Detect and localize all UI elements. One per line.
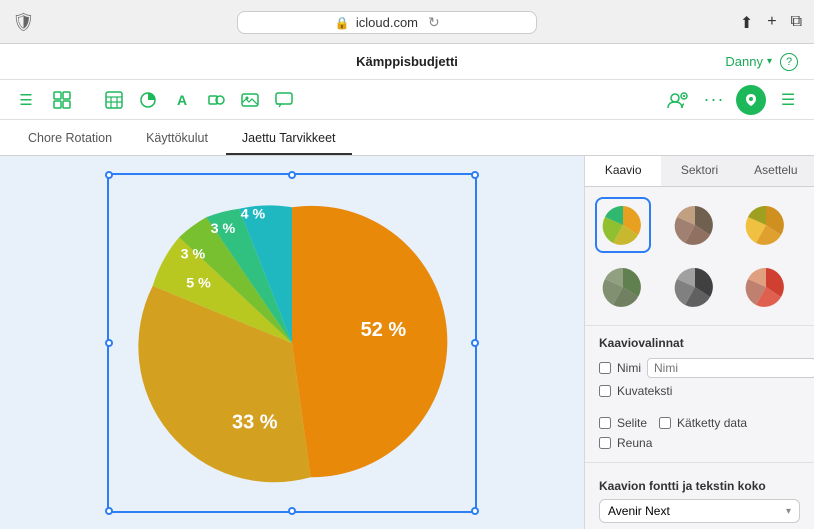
toolbar-center: A <box>100 86 298 114</box>
nimi-label: Nimi <box>617 361 641 375</box>
chart-selection-box[interactable]: 52 % 33 % 5 % 3 % 3 % 4 % <box>107 173 477 513</box>
app-title: Kämppisbudjetti <box>356 54 458 69</box>
reload-icon[interactable]: ↻ <box>428 14 440 31</box>
font-name-text: Avenir Next <box>608 504 670 518</box>
two-col-checkboxes: Selite Kätketty data <box>599 416 800 436</box>
format-panel-icon[interactable]: ☰ <box>774 86 802 114</box>
handle-bottom-right[interactable] <box>471 507 479 515</box>
chart-style-1[interactable] <box>595 197 651 253</box>
reuna-row: Reuna <box>599 436 800 450</box>
share-icon[interactable]: ⬆ <box>740 13 753 33</box>
kuvateksti-checkbox[interactable] <box>599 385 611 397</box>
tabs-bar: Chore Rotation Käyttökulut Jaettu Tarvik… <box>0 120 814 156</box>
second-checkboxes-section: Selite Kätketty data Reuna <box>585 410 814 462</box>
chart-style-3[interactable] <box>738 197 794 253</box>
slice-52 <box>292 205 447 476</box>
reuna-checkbox[interactable] <box>599 437 611 449</box>
new-tab-icon[interactable]: + <box>767 13 776 33</box>
insert-text-icon[interactable]: A <box>168 86 196 114</box>
handle-top-right[interactable] <box>471 171 479 179</box>
chart-style-grid <box>585 187 814 325</box>
insert-chart-icon[interactable] <box>134 86 162 114</box>
chevron-down-icon: ▾ <box>786 506 791 517</box>
chart-options-section: Kaaviovalinnat Nimi Kuvateksti <box>585 325 814 410</box>
chart-style-5[interactable] <box>667 259 723 315</box>
nimi-checkbox[interactable] <box>599 362 611 374</box>
tab-kayttokulut[interactable]: Käyttökulut <box>130 125 224 155</box>
nimi-row: Nimi <box>599 358 800 378</box>
insert-media-icon[interactable] <box>236 86 264 114</box>
handle-bottom-center[interactable] <box>288 507 296 515</box>
label-3a: 3 % <box>181 246 206 262</box>
font-name-dropdown[interactable]: Avenir Next ▾ <box>599 499 800 523</box>
katketty-data-row: Kätketty data <box>659 416 747 430</box>
pie-chart: 52 % 33 % 5 % 3 % 3 % 4 % <box>132 193 452 493</box>
selite-row: Selite <box>599 416 647 430</box>
label-4: 4 % <box>241 206 266 222</box>
panel-tabs: Kaavio Sektori Asettelu <box>585 156 814 187</box>
help-icon[interactable]: ? <box>780 53 798 71</box>
collab-icon[interactable] <box>664 86 692 114</box>
label-52: 52 % <box>361 318 407 340</box>
font-section: Kaavion fontti ja tekstin koko Avenir Ne… <box>585 462 814 529</box>
katketty-data-checkbox[interactable] <box>659 417 671 429</box>
view-list-icon[interactable]: ☰ <box>12 86 40 114</box>
tab-chore-rotation[interactable]: Chore Rotation <box>12 125 128 155</box>
user-menu[interactable]: Danny ▾ ? <box>725 53 798 71</box>
label-3b: 3 % <box>211 221 236 237</box>
handle-top-left[interactable] <box>105 171 113 179</box>
active-tool-icon[interactable] <box>736 85 766 115</box>
chevron-down-icon: ▾ <box>767 56 772 67</box>
katketty-data-label: Kätketty data <box>677 416 747 430</box>
toolbar: ☰ A <box>0 80 814 120</box>
panel-tab-asettelu[interactable]: Asettelu <box>738 156 814 186</box>
label-33: 33 % <box>232 411 278 433</box>
address-text: icloud.com <box>356 15 418 30</box>
chart-style-4[interactable] <box>595 259 651 315</box>
nimi-input[interactable] <box>647 358 814 378</box>
chart-style-6[interactable] <box>738 259 794 315</box>
view-table-icon[interactable] <box>48 86 76 114</box>
selite-checkbox[interactable] <box>599 417 611 429</box>
chart-area: 52 % 33 % 5 % 3 % 3 % 4 % <box>0 156 584 529</box>
browser-chrome: 🛡 🔒 icloud.com ↻ ⬆ + ⧉ <box>0 0 814 44</box>
user-name: Danny <box>725 54 763 69</box>
label-5: 5 % <box>186 275 211 291</box>
panel-tab-kaavio[interactable]: Kaavio <box>585 156 661 186</box>
more-icon[interactable]: ··· <box>700 86 728 114</box>
handle-middle-left[interactable] <box>105 339 113 347</box>
insert-table-icon[interactable] <box>100 86 128 114</box>
toolbar-right: ··· ☰ <box>664 85 802 115</box>
reuna-label: Reuna <box>617 436 652 450</box>
chart-style-2[interactable] <box>667 197 723 253</box>
kuvateksti-row: Kuvateksti <box>599 384 800 398</box>
windows-icon[interactable]: ⧉ <box>791 13 802 33</box>
handle-bottom-left[interactable] <box>105 507 113 515</box>
main-content: 52 % 33 % 5 % 3 % 3 % 4 % Kaavio Sektori… <box>0 156 814 529</box>
tab-jaettu-tarvikkeet[interactable]: Jaettu Tarvikkeet <box>226 125 352 155</box>
kuvateksti-label: Kuvateksti <box>617 384 672 398</box>
font-section-title: Kaavion fontti ja tekstin koko <box>585 471 814 493</box>
options-title: Kaaviovalinnat <box>599 336 800 350</box>
insert-comment-icon[interactable] <box>270 86 298 114</box>
browser-actions: ⬆ + ⧉ <box>740 13 802 33</box>
handle-top-center[interactable] <box>288 171 296 179</box>
handle-middle-right[interactable] <box>471 339 479 347</box>
toolbar-left: ☰ <box>12 86 76 114</box>
right-panel: Kaavio Sektori Asettelu <box>584 156 814 529</box>
selite-label: Selite <box>617 416 647 430</box>
app-titlebar: Kämppisbudjetti Danny ▾ ? <box>0 44 814 80</box>
shield-icon: 🛡 <box>12 12 35 33</box>
address-bar[interactable]: 🔒 icloud.com ↻ <box>237 11 537 34</box>
insert-shape-icon[interactable] <box>202 86 230 114</box>
panel-tab-sektori[interactable]: Sektori <box>661 156 737 186</box>
